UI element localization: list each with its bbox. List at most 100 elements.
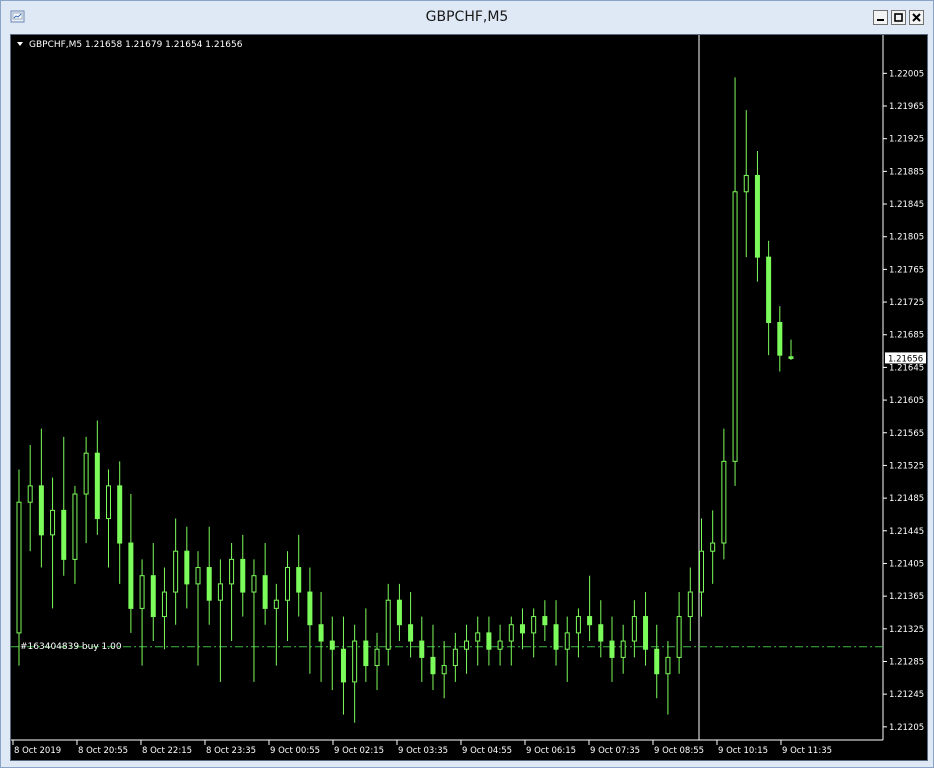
candle-body: [363, 640, 369, 667]
y-tick-label: 1.21965: [889, 102, 924, 112]
title-bar[interactable]: GBPCHF,M5: [1, 1, 933, 33]
trade-label: #163404839 buy 1.00: [20, 642, 122, 652]
minimize-button[interactable]: [873, 10, 888, 25]
y-tick-label: 1.21925: [889, 135, 924, 145]
candle-body: [106, 485, 112, 520]
candle-body: [139, 575, 145, 609]
candle-body: [38, 485, 44, 536]
candle-body: [698, 550, 704, 593]
candle-body: [27, 485, 33, 503]
y-tick-label: 1.21885: [889, 167, 924, 177]
candle-body: [240, 558, 246, 593]
candle-body: [385, 599, 391, 650]
x-tick-label: 9 Oct 04:55: [462, 746, 512, 756]
candle-body: [94, 452, 100, 520]
candle-body: [743, 174, 749, 193]
candle-body: [408, 624, 414, 642]
price-axis: 1.22005 1.21965 1.21925 1.21885 1.21845 1.218…: [883, 69, 924, 733]
candle-body: [441, 665, 447, 675]
candle-body: [777, 321, 783, 356]
x-tick-label: 8 Oct 2019: [14, 746, 61, 756]
candle-body: [654, 648, 660, 675]
y-tick-label: 1.21245: [889, 690, 924, 700]
chart-area[interactable]: GBPCHF,M5 1.21658 1.21679 1.21654 1.2165…: [10, 34, 928, 761]
candle-body: [598, 624, 604, 642]
candle-body: [229, 558, 235, 585]
restore-button[interactable]: [891, 10, 906, 25]
candle-body: [150, 575, 156, 618]
y-tick-label: 1.21605: [889, 396, 924, 406]
y-tick-label: 1.21805: [889, 233, 924, 243]
candle-body: [374, 648, 380, 667]
candle-body: [273, 599, 279, 609]
candle-body: [464, 640, 470, 650]
candle-body: [732, 191, 738, 462]
y-tick-label: 1.21445: [889, 527, 924, 537]
x-tick-label: 9 Oct 02:15: [334, 746, 384, 756]
x-tick-label: 9 Oct 03:35: [398, 746, 448, 756]
candle-body: [50, 509, 56, 536]
candle-body: [531, 616, 537, 634]
candle-body: [475, 632, 481, 642]
candle-body: [161, 591, 167, 618]
chart-window: GBPCHF,M5 GBPCHF,M5 1.21658 1.21679 1.21…: [0, 0, 934, 768]
candle-body: [296, 567, 302, 593]
y-tick-label: 1.21565: [889, 429, 924, 439]
candle-body: [430, 656, 436, 675]
close-icon: [912, 13, 921, 22]
x-tick-label: 9 Oct 08:55: [654, 746, 704, 756]
x-tick-label: 9 Oct 00:55: [270, 746, 320, 756]
y-tick-label: 1.21765: [889, 265, 924, 275]
x-tick-label: 9 Oct 07:35: [590, 746, 640, 756]
candle-body: [721, 460, 727, 544]
candle-body: [217, 583, 223, 601]
y-tick-label: 1.21205: [889, 723, 924, 733]
restore-icon: [894, 13, 903, 22]
candle-body: [676, 616, 682, 658]
candle-body: [195, 567, 201, 585]
candle-body: [508, 624, 514, 642]
candle-body: [206, 567, 212, 601]
candle-body: [285, 567, 291, 601]
candle-body: [16, 501, 22, 634]
x-tick-label: 8 Oct 22:15: [142, 746, 192, 756]
candle-body: [318, 624, 324, 642]
candle-body: [542, 616, 548, 626]
x-tick-label: 8 Oct 23:35: [206, 746, 256, 756]
price-chart[interactable]: GBPCHF,M5 1.21658 1.21679 1.21654 1.2165…: [11, 35, 927, 760]
candle-body: [128, 542, 134, 609]
candle-body: [340, 648, 346, 683]
candle-body: [307, 591, 313, 626]
candle-body: [61, 509, 67, 560]
y-tick-label: 1.21525: [889, 461, 924, 471]
candle-body: [766, 256, 772, 323]
candle-body: [710, 542, 716, 552]
symbol-header: GBPCHF,M5 1.21658 1.21679 1.21654 1.2165…: [29, 40, 243, 50]
y-tick-label: 1.21845: [889, 200, 924, 210]
candle-body: [352, 640, 358, 683]
candle-body: [419, 640, 425, 658]
candle-body: [329, 640, 335, 650]
candle-body: [519, 624, 525, 634]
x-tick-label: 9 Oct 10:15: [718, 746, 768, 756]
candle-body: [631, 616, 637, 642]
candle-body: [486, 632, 492, 650]
y-tick-label: 1.21365: [889, 592, 924, 602]
candle-body: [609, 640, 615, 658]
close-button[interactable]: [909, 10, 924, 25]
triangle-down-icon[interactable]: [17, 42, 23, 46]
y-tick-label: 1.21645: [889, 363, 924, 373]
x-tick-label: 8 Oct 20:55: [78, 746, 128, 756]
candle-body: [665, 656, 671, 675]
candle-body: [262, 575, 268, 609]
x-tick-label: 9 Oct 06:15: [526, 746, 576, 756]
candle-body: [396, 599, 402, 626]
candle-body: [788, 356, 794, 359]
candle-body: [173, 550, 179, 593]
time-axis: 8 Oct 2019 8 Oct 20:55 8 Oct 22:15 8 Oct 23…: [12, 740, 832, 756]
candle-body: [497, 640, 503, 650]
y-tick-label: 1.22005: [889, 69, 924, 79]
candle-body: [754, 174, 760, 258]
y-tick-label: 1.21485: [889, 494, 924, 504]
candle-body: [643, 616, 649, 650]
